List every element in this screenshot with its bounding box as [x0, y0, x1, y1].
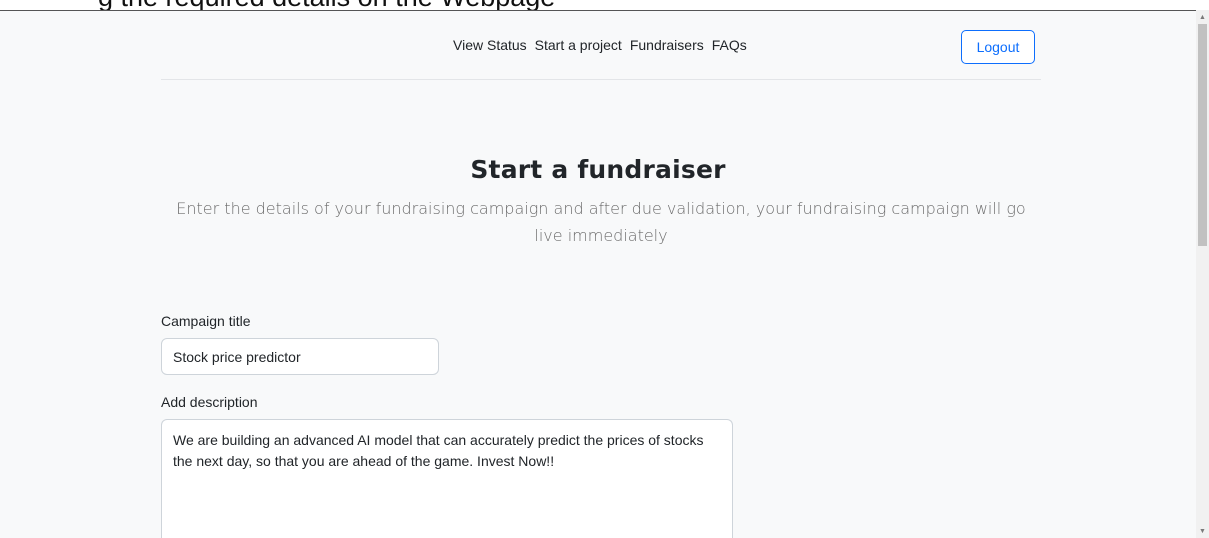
vertical-scrollbar[interactable]: ▲ ▼ [1196, 10, 1209, 538]
nav-fundraisers[interactable]: Fundraisers [630, 37, 704, 53]
triangle-down-icon[interactable]: ▼ [1196, 524, 1209, 538]
triangle-up-icon[interactable]: ▲ [1196, 10, 1209, 24]
description-label: Add description [161, 394, 258, 410]
nav-view-status[interactable]: View Status [453, 37, 527, 53]
campaign-title-label: Campaign title [161, 313, 251, 329]
scrollbar-thumb[interactable] [1198, 24, 1207, 246]
nav-start-project[interactable]: Start a project [535, 37, 622, 53]
page-lead: Enter the details of your fundraising ca… [176, 199, 1026, 245]
site-header: View Status Start a project Fundraisers … [161, 11, 1041, 80]
description-textarea[interactable]: We are building an advanced AI model tha… [161, 419, 733, 538]
main-nav: View Status Start a project Fundraisers … [453, 37, 755, 53]
campaign-title-input[interactable] [161, 338, 439, 375]
page-title: Start a fundraiser [470, 155, 726, 184]
nav-faqs[interactable]: FAQs [712, 37, 747, 53]
logout-button[interactable]: Logout [961, 30, 1035, 64]
caption-text: g the required details on the Webpage [98, 0, 555, 10]
browser-viewport: View Status Start a project Fundraisers … [0, 10, 1196, 538]
caption-strip: g the required details on the Webpage [0, 0, 1209, 10]
